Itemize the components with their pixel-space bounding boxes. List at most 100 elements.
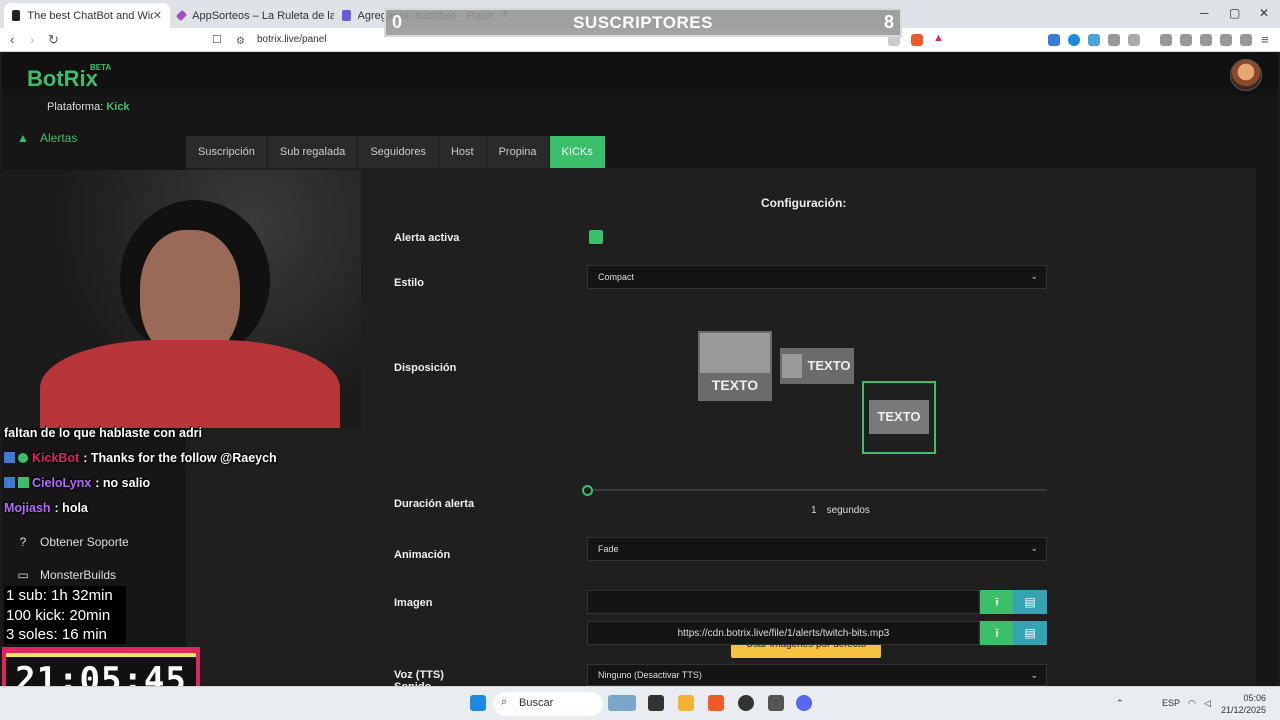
leo-ai-icon[interactable]	[1220, 34, 1232, 46]
goal-timers: 1 sub: 1h 32min 100 kick: 20min 3 soles:…	[4, 586, 126, 644]
tab-gifted-sub[interactable]: Sub regalada	[267, 136, 359, 168]
botrix-logo[interactable]: BotRix	[27, 66, 98, 92]
beta-badge: BETA	[90, 63, 112, 72]
platform-value: Kick	[106, 101, 130, 113]
chat-username: Mojiash	[4, 501, 51, 515]
search-placeholder: Buscar	[519, 697, 554, 709]
extension-1-icon[interactable]	[1048, 34, 1060, 46]
language-indicator[interactable]: ESP	[1162, 698, 1180, 708]
taskbar-search[interactable]: ⌕ Buscar	[493, 692, 603, 716]
address-bar[interactable]: botrix.live/panel	[257, 34, 326, 45]
webcam-shirt	[40, 340, 340, 428]
image-upload-button[interactable]: ⭱	[980, 590, 1014, 614]
start-icon[interactable]	[470, 695, 486, 711]
image-gallery-button[interactable]: ▤	[1013, 590, 1047, 614]
tab-tip[interactable]: Propina	[486, 136, 550, 168]
close-window-icon[interactable]: ✕	[1259, 6, 1269, 20]
extension-2-icon[interactable]	[1068, 34, 1080, 46]
sidebar-item-alerts[interactable]: ▲ Alertas	[16, 131, 77, 145]
discord-icon[interactable]	[796, 695, 812, 711]
tab-subscription[interactable]: Suscripción	[186, 136, 268, 168]
sound-gallery-button[interactable]: ▤	[1013, 621, 1047, 645]
chat-text: : no salio	[95, 476, 151, 490]
chat-username: KickBot	[32, 451, 80, 465]
chevron-down-icon: ⌄	[1030, 543, 1038, 553]
file-explorer-icon[interactable]	[678, 695, 694, 711]
windows-taskbar: ⌕ Buscar ⌃ ESP ◠ ◁ 05:06 21/12/2025	[0, 686, 1280, 720]
tab-botrix[interactable]: The best ChatBot and Widgets f... ✕	[4, 3, 170, 28]
duration-slider-handle[interactable]	[582, 485, 593, 496]
screen: The best ChatBot and Widgets f... ✕ AppS…	[0, 0, 1280, 720]
bot-badge-icon	[4, 452, 15, 463]
wifi-icon[interactable]: ◠	[1188, 698, 1196, 709]
translate-icon[interactable]	[1088, 34, 1100, 46]
sidebar-item-label: Alertas	[40, 131, 78, 145]
tab-kicks[interactable]: KICKs	[549, 136, 606, 168]
downloads-icon[interactable]	[1160, 34, 1172, 46]
timer-line: 3 soles: 16 min	[6, 626, 107, 643]
reload-icon[interactable]: ↻	[48, 32, 59, 48]
sound-input[interactable]: https://cdn.botrix.live/file/1/alerts/tw…	[587, 621, 980, 645]
image-placeholder-icon	[782, 354, 802, 378]
vpn-icon[interactable]	[1240, 34, 1252, 46]
chat-text: : hola	[54, 501, 88, 515]
animation-select[interactable]: Fade ⌄	[587, 537, 1047, 561]
sound-upload-button[interactable]: ⭱	[980, 621, 1014, 645]
wallet-icon[interactable]	[1200, 34, 1212, 46]
sub-badge-icon	[4, 477, 15, 488]
sidebar-item-support[interactable]: ? Obtener Soporte	[16, 535, 129, 549]
kick-badge-icon	[18, 477, 29, 488]
menu-icon[interactable]: ≡	[1261, 32, 1269, 48]
task-view-icon[interactable]	[648, 695, 664, 711]
chat-text: : Thanks for the follow @Raeych	[83, 451, 277, 465]
sidebar-item-label: MonsterBuilds	[40, 568, 117, 582]
style-select[interactable]: Compact ⌄	[587, 265, 1047, 289]
chat-message: CieloLynx: no salio	[4, 476, 150, 490]
layout-option-overlay[interactable]: TEXTO	[862, 381, 936, 454]
chat-message: faltan de lo que hablaste con adri	[4, 426, 202, 440]
tray-chevron-icon[interactable]: ⌃	[1116, 698, 1124, 709]
platform-indicator: Plataforma: Kick	[47, 101, 130, 113]
sidebar-item-monsterbuilds[interactable]: ▭ MonsterBuilds	[16, 568, 116, 582]
botrix-favicon-icon	[12, 10, 21, 21]
back-icon[interactable]: ‹	[10, 32, 14, 48]
clock-time: 05:06	[1243, 693, 1267, 703]
duration-slider-track[interactable]	[587, 489, 1047, 491]
site-settings-icon[interactable]: ⚙	[236, 34, 245, 50]
tab-appsorteos[interactable]: AppSorteos – La Ruleta de la Suerte	[170, 3, 334, 28]
image-label: Imagen	[394, 597, 433, 609]
forward-icon[interactable]: ›	[30, 32, 34, 48]
platform-label: Plataforma:	[47, 101, 104, 113]
timer-line: 1 sub: 1h 32min	[6, 587, 113, 604]
alert-active-checkbox[interactable]	[589, 230, 603, 244]
animation-value: Fade	[598, 544, 619, 554]
media-icon[interactable]	[1128, 34, 1140, 46]
minimize-icon[interactable]: ─	[1200, 6, 1209, 20]
voice-select[interactable]: Ninguno (Desactivar TTS) ⌄	[587, 664, 1047, 686]
image-input[interactable]	[587, 590, 980, 614]
tab-followers[interactable]: Seguidores	[358, 136, 439, 168]
user-avatar[interactable]	[1230, 59, 1262, 91]
close-tab-icon[interactable]: ✕	[153, 9, 162, 22]
extensions-icon[interactable]	[1108, 34, 1120, 46]
chat-text: faltan de lo que hablaste con adri	[4, 426, 202, 440]
brave-shield-icon[interactable]	[911, 34, 923, 46]
chat-username: CieloLynx	[32, 476, 92, 490]
rewards-icon[interactable]: ▲	[933, 32, 945, 44]
volume-icon[interactable]: ◁	[1204, 698, 1211, 709]
webcam-overlay	[0, 170, 361, 428]
sidebar-toggle-icon[interactable]	[1180, 34, 1192, 46]
widgets-icon[interactable]	[608, 695, 636, 711]
layout-option-stacked[interactable]: TEXTO	[698, 331, 772, 401]
tab-host[interactable]: Host	[438, 136, 487, 168]
bookmark-icon[interactable]: ☐	[212, 32, 222, 48]
app-icon[interactable]	[768, 695, 784, 711]
layout-option-inline[interactable]: TEXTO	[780, 348, 854, 384]
timer-line: 100 kick: 20min	[6, 606, 111, 624]
taskbar-clock[interactable]: 05:06 21/12/2025	[1221, 692, 1266, 716]
maximize-icon[interactable]: ▢	[1229, 6, 1240, 20]
brave-icon[interactable]	[708, 695, 724, 711]
duration-readout: 1 segundos	[811, 505, 870, 516]
obs-icon[interactable]	[738, 695, 754, 711]
chevron-down-icon: ⌄	[1030, 670, 1038, 680]
